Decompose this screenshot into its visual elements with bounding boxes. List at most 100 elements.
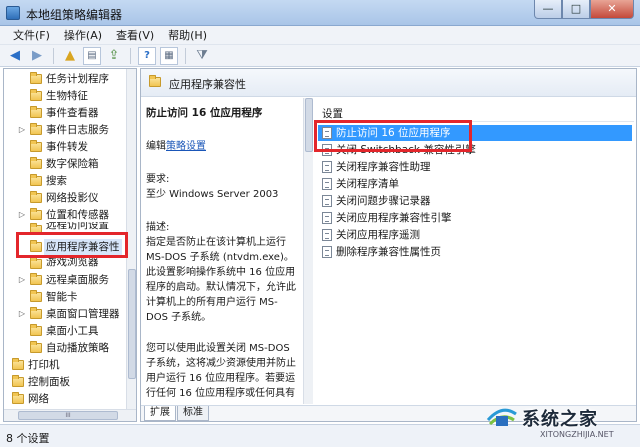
tree-item[interactable]: 生物特征 — [4, 88, 128, 104]
menu-file[interactable]: 文件(F) — [6, 27, 57, 43]
forward-arrow-icon[interactable]: ▶ — [28, 47, 46, 65]
folder-icon — [30, 223, 42, 234]
menu-help[interactable]: 帮助(H) — [161, 27, 214, 43]
title-bar: 本地组策略编辑器 — □ ✕ — [0, 0, 640, 26]
menu-action[interactable]: 操作(A) — [57, 27, 109, 43]
tree-item[interactable]: 事件转发 — [4, 139, 128, 155]
edit-prefix: 编辑 — [146, 141, 166, 152]
policy-setting-icon — [322, 161, 332, 173]
description-scroll-thumb[interactable] — [305, 98, 313, 152]
tree-pane[interactable]: 任务计划程序 生物特征 事件查看器 ▷ 事件日志服务 事件转发 数字保险箱 搜索… — [3, 68, 137, 422]
description-text-2: 您可以使用此设置关闭 MS-DOS 子系统，这将减少资源使用并防止用户运行 16… — [146, 343, 296, 399]
tree-item[interactable]: 事件查看器 — [4, 105, 128, 121]
tree-item[interactable]: 智能卡 — [4, 289, 128, 305]
tree-item-app-compat[interactable]: 应用程序兼容性 — [4, 239, 128, 255]
folder-icon — [30, 89, 42, 101]
folder-icon — [30, 290, 42, 302]
tree-item[interactable]: 控制面板 — [4, 374, 128, 390]
folder-icon — [30, 341, 42, 353]
policy-setting-icon — [322, 178, 332, 190]
tree-item-label: 游戏浏览器 — [46, 256, 99, 268]
tab-extended[interactable]: 扩展 — [144, 406, 176, 421]
edit-policy-link[interactable]: 策略设置 — [166, 141, 206, 152]
tree-item[interactable]: 网络 — [4, 391, 128, 407]
up-folder-icon[interactable]: ▲ — [61, 47, 79, 65]
policy-setting-icon — [322, 212, 332, 224]
tree-item[interactable]: 游戏浏览器 — [4, 256, 128, 269]
tree-hscroll-thumb[interactable]: III — [18, 411, 118, 420]
list-item[interactable]: 关闭程序兼容性助理 — [318, 159, 632, 175]
list-item[interactable]: 关闭应用程序兼容性引擎 — [318, 210, 632, 226]
list-item-label: 防止访问 16 位应用程序 — [336, 127, 451, 139]
expand-arrow-icon[interactable]: ▷ — [18, 122, 26, 138]
list-item[interactable]: 防止访问 16 位应用程序 — [318, 125, 632, 141]
export-list-icon[interactable]: ⇪ — [105, 47, 123, 65]
list-item[interactable]: 删除程序兼容性属性页 — [318, 244, 632, 260]
tree-item-label: 事件查看器 — [46, 107, 99, 119]
show-hide-tree-icon[interactable]: ▤ — [83, 46, 101, 65]
watermark-url: XITONGZHIJIA.NET — [540, 430, 614, 439]
properties-icon[interactable]: ▦ — [160, 46, 178, 65]
tree-item-label: 网络 — [28, 393, 49, 405]
tree-item-label: 桌面小工具 — [46, 325, 99, 337]
tree-horizontal-scrollbar[interactable]: III — [4, 409, 136, 421]
list-item-label: 关闭应用程序兼容性引擎 — [336, 212, 452, 224]
tree-item[interactable]: 搜索 — [4, 173, 128, 189]
tree-vertical-scrollbar[interactable] — [126, 69, 136, 409]
tree-item-label: 事件日志服务 — [46, 124, 109, 136]
expand-arrow-icon[interactable]: ▷ — [18, 272, 26, 288]
expand-arrow-icon[interactable]: ▷ — [18, 207, 26, 223]
maximize-button[interactable]: □ — [562, 0, 590, 19]
requirement-value: 至少 Windows Server 2003 — [146, 189, 279, 200]
tree-item[interactable]: 任务计划程序 — [4, 71, 128, 87]
tree-item[interactable]: ▷ 位置和传感器 — [4, 207, 128, 223]
column-header-setting[interactable]: 设置 — [316, 106, 634, 122]
list-item-label: 关闭程序兼容性助理 — [336, 161, 431, 173]
app-icon — [6, 6, 20, 20]
folder-icon — [30, 157, 42, 169]
tree-item[interactable]: ▷ 桌面窗口管理器 — [4, 306, 128, 322]
tree-item[interactable]: ▷ 事件日志服务 — [4, 122, 128, 138]
list-item[interactable]: 关闭 Switchback 兼容性引擎 — [318, 142, 632, 158]
tree-item[interactable]: 打印机 — [4, 357, 128, 373]
filter-icon[interactable]: ⧩ — [193, 47, 211, 65]
list-item[interactable]: 关闭应用程序遥测 — [318, 227, 632, 243]
tree-item[interactable]: ▷ 远程桌面服务 — [4, 272, 128, 288]
folder-icon — [12, 358, 24, 370]
description-scrollbar[interactable] — [303, 98, 313, 404]
menu-view[interactable]: 查看(V) — [109, 27, 161, 43]
tree-item-label: 应用程序兼容性 — [44, 239, 122, 255]
tree-item[interactable]: 自动播放策略 — [4, 340, 128, 356]
tree-item[interactable]: 网络投影仪 — [4, 190, 128, 206]
toolbar-separator — [130, 47, 131, 64]
minimize-button[interactable]: — — [534, 0, 562, 19]
policy-setting-icon — [322, 144, 332, 156]
folder-icon — [30, 307, 42, 319]
tree-item-label: 网络投影仪 — [46, 192, 99, 204]
folder-icon — [30, 140, 42, 152]
tree-item-label: 打印机 — [28, 359, 60, 371]
requirement-label: 要求: — [146, 174, 170, 185]
list-item-label: 删除程序兼容性属性页 — [336, 246, 441, 258]
description-text: 指定是否防止在该计算机上运行 MS-DOS 子系统 (ntvdm.exe)。此设… — [146, 237, 296, 323]
folder-icon — [30, 208, 42, 220]
back-arrow-icon[interactable]: ◀ — [6, 47, 24, 65]
list-item[interactable]: 关闭程序清单 — [318, 176, 632, 192]
help-icon[interactable]: ? — [138, 46, 156, 65]
tab-standard[interactable]: 标准 — [177, 406, 209, 421]
toolbar: ◀ ▶ ▲ ▤ ⇪ ? ▦ ⧩ — [0, 45, 640, 67]
tree-item-label: 位置和传感器 — [46, 209, 109, 221]
close-button[interactable]: ✕ — [590, 0, 634, 19]
tree-item[interactable]: 数字保险箱 — [4, 156, 128, 172]
description-panel: 防止访问 16 位应用程序 编辑策略设置 要求: 至少 Windows Serv… — [141, 98, 301, 408]
edit-line: 编辑策略设置 — [146, 139, 297, 154]
list-item[interactable]: 关闭问题步骤记录器 — [318, 193, 632, 209]
tree-item[interactable]: 桌面小工具 — [4, 323, 128, 339]
folder-icon — [12, 392, 24, 404]
list-item-label: 关闭 Switchback 兼容性引擎 — [336, 144, 476, 156]
tree-scroll-thumb[interactable] — [128, 269, 136, 379]
policy-setting-icon — [322, 127, 332, 139]
list-item-label: 关闭问题步骤记录器 — [336, 195, 431, 207]
tree-item[interactable]: 远程访问设置 — [4, 222, 128, 234]
expand-arrow-icon[interactable]: ▷ — [18, 306, 26, 322]
